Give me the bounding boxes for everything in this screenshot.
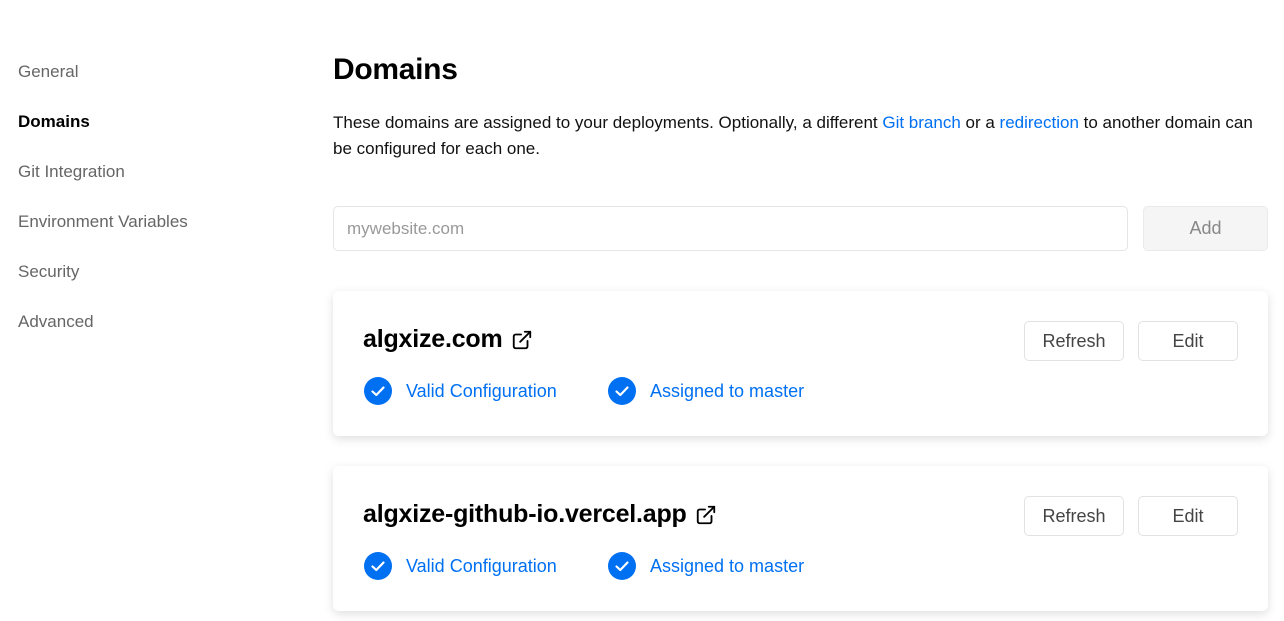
desc-text-1: These domains are assigned to your deplo… xyxy=(333,113,883,132)
domain-card: algxize.com Refresh Edit Valid Configura… xyxy=(333,291,1268,436)
git-branch-link[interactable]: Git branch xyxy=(882,113,960,132)
desc-text-2: or a xyxy=(960,113,1000,132)
domain-title: algxize-github-io.vercel.app xyxy=(363,500,717,529)
sidebar-item-security[interactable]: Security xyxy=(18,258,278,308)
assigned-branch-status[interactable]: Assigned to master xyxy=(608,552,804,580)
page-description: These domains are assigned to your deplo… xyxy=(333,110,1268,162)
status-label: Assigned to master xyxy=(650,380,805,401)
check-circle-icon xyxy=(608,552,636,580)
external-link-icon[interactable] xyxy=(695,504,717,526)
domains-panel: Domains These domains are assigned to yo… xyxy=(333,50,1268,611)
status-label: Valid Configuration xyxy=(406,380,557,401)
sidebar-item-git-integration[interactable]: Git Integration xyxy=(18,158,278,208)
domain-input[interactable] xyxy=(333,206,1128,251)
redirection-link[interactable]: redirection xyxy=(1000,113,1079,132)
edit-button[interactable]: Edit xyxy=(1138,496,1238,536)
domain-card: algxize-github-io.vercel.app Refresh Edi… xyxy=(333,466,1268,611)
add-domain-button[interactable]: Add xyxy=(1143,206,1268,251)
check-circle-icon xyxy=(364,552,392,580)
sidebar-item-domains[interactable]: Domains xyxy=(18,108,278,158)
status-label: Valid Configuration xyxy=(406,555,557,576)
sidebar-item-general[interactable]: General xyxy=(18,58,278,108)
status-label: Assigned to master xyxy=(650,555,805,576)
refresh-button[interactable]: Refresh xyxy=(1024,321,1124,361)
add-domain-row: Add xyxy=(333,206,1268,252)
settings-sidebar: General Domains Git Integration Environm… xyxy=(18,58,278,358)
edit-button[interactable]: Edit xyxy=(1138,321,1238,361)
valid-configuration-status[interactable]: Valid Configuration xyxy=(364,552,557,580)
sidebar-item-environment-variables[interactable]: Environment Variables xyxy=(18,208,278,258)
domain-title: algxize.com xyxy=(363,325,533,354)
sidebar-item-advanced[interactable]: Advanced xyxy=(18,308,278,358)
check-circle-icon xyxy=(608,377,636,405)
refresh-button[interactable]: Refresh xyxy=(1024,496,1124,536)
page-title: Domains xyxy=(333,53,458,86)
assigned-branch-status[interactable]: Assigned to master xyxy=(608,377,804,405)
check-circle-icon xyxy=(364,377,392,405)
domain-name-link[interactable]: algxize.com xyxy=(363,325,503,354)
domain-name-link[interactable]: algxize-github-io.vercel.app xyxy=(363,500,687,529)
external-link-icon[interactable] xyxy=(511,329,533,351)
valid-configuration-status[interactable]: Valid Configuration xyxy=(364,377,557,405)
